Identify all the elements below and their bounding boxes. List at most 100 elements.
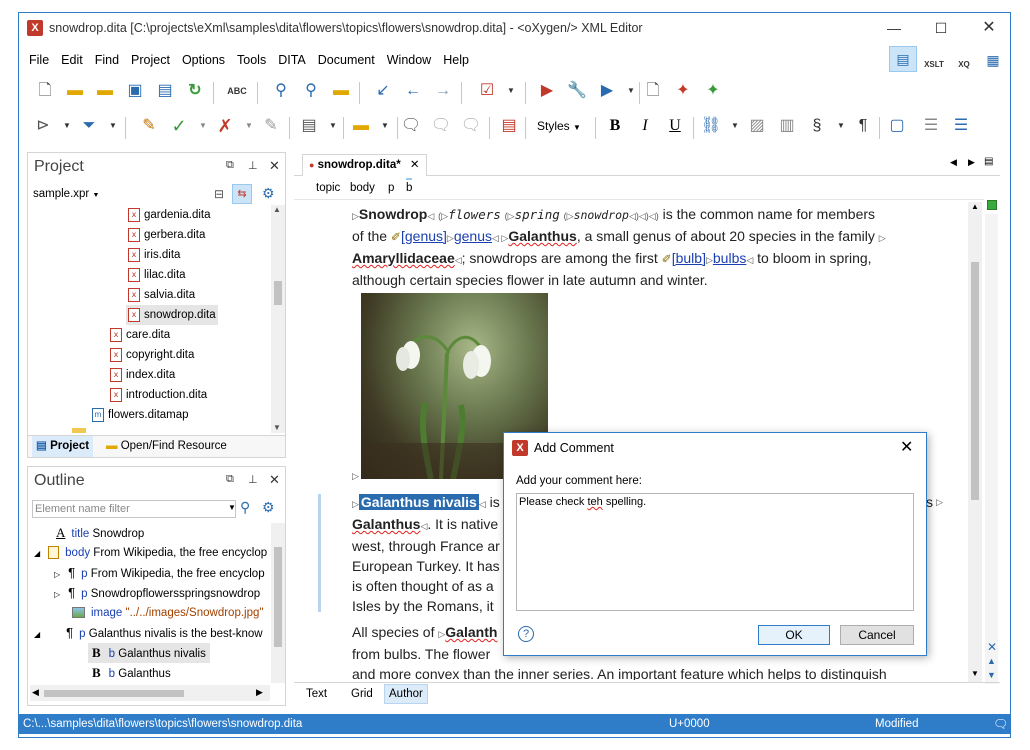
menu-window[interactable]: Window: [381, 49, 437, 71]
filter-dropdown-icon[interactable]: ▼: [101, 114, 125, 138]
menu-project[interactable]: Project: [125, 49, 176, 71]
menu-document[interactable]: Document: [312, 49, 381, 71]
cancel-button[interactable]: Cancel: [840, 625, 914, 645]
menu-dita[interactable]: DITA: [272, 49, 312, 71]
pin-icon[interactable]: ⊥: [248, 473, 258, 486]
highlight-icon[interactable]: ▬: [349, 114, 373, 138]
configure-transformation-icon[interactable]: 🔧: [565, 79, 589, 103]
xq-debugger-button[interactable]: XQ: [951, 48, 977, 72]
close-tab-icon[interactable]: ✕: [410, 159, 420, 171]
highlight-dropdown-icon[interactable]: ▼: [373, 114, 397, 138]
italic-icon[interactable]: I: [633, 114, 657, 138]
find-folder-icon[interactable]: ▬: [329, 79, 353, 103]
menu-options[interactable]: Options: [176, 49, 231, 71]
track-changes-icon[interactable]: ✎: [137, 114, 161, 138]
settings-gear-icon[interactable]: ⚙: [262, 185, 275, 202]
remove-comment-icon[interactable]: 🗨: [459, 114, 483, 138]
manage-dropdown-icon[interactable]: ▼: [321, 114, 345, 138]
tab-project[interactable]: ▤ Project: [32, 436, 94, 457]
tree-item-iris[interactable]: x iris.dita: [128, 245, 180, 265]
find-in-files-icon[interactable]: ⚲: [299, 79, 323, 103]
project-file-dropdown[interactable]: sample.xpr ▼: [33, 188, 99, 200]
back-icon[interactable]: ←: [401, 79, 425, 103]
minimize-button[interactable]: —: [879, 17, 909, 39]
tree-item-folder[interactable]: [72, 425, 86, 433]
outline-hscrollbar[interactable]: ◀ ▶: [30, 685, 270, 701]
ok-button[interactable]: OK: [758, 625, 830, 645]
dialog-close-button[interactable]: ✕: [900, 437, 913, 457]
close-window-button[interactable]: ✕: [974, 17, 1004, 39]
ordered-list-icon[interactable]: ☰: [919, 114, 943, 138]
tree-item-lilac[interactable]: x lilac.dita: [128, 265, 186, 285]
bulbs-link[interactable]: bulbs: [713, 250, 746, 266]
tab-grid[interactable]: Grid: [351, 685, 373, 703]
menu-file[interactable]: File: [23, 49, 55, 71]
close-icon[interactable]: ✕: [269, 472, 280, 488]
breadcrumb-p[interactable]: p: [388, 178, 394, 198]
outline-vscrollbar[interactable]: [271, 523, 285, 683]
debug-icon[interactable]: ▶: [595, 79, 619, 103]
tags-display-icon[interactable]: ⊳: [31, 114, 55, 138]
outline-row-body[interactable]: ◢ body From Wikipedia, the free encyclop: [34, 543, 267, 563]
outline-row-p[interactable]: ◢ ¶ p Galanthus nivalis is the best-know: [34, 623, 263, 643]
reject-dropdown-icon[interactable]: ▼: [237, 114, 261, 138]
menu-edit[interactable]: Edit: [55, 49, 89, 71]
tree-item-copyright[interactable]: x copyright.dita: [110, 345, 194, 365]
new-file-icon[interactable]: 🗋: [33, 79, 57, 103]
comment-textarea[interactable]: Please check teh spelling.: [516, 493, 914, 611]
accept-dropdown-icon[interactable]: ▼: [191, 114, 215, 138]
tab-scroll-right-icon[interactable]: ▶: [968, 157, 975, 168]
editor-tab-snowdrop[interactable]: ● snowdrop.dita* ✕: [302, 154, 427, 176]
tab-list-icon[interactable]: ▤: [984, 156, 993, 167]
xslt-debugger-button[interactable]: XSLT: [921, 48, 947, 72]
genus-link[interactable]: genus: [454, 228, 492, 244]
spellcheck-icon[interactable]: ABC: [225, 79, 249, 103]
tab-open-find-resource[interactable]: ▬ Open/Find Resource: [106, 436, 227, 457]
tree-item-gardenia[interactable]: x gardenia.dita: [128, 205, 211, 225]
tags-dropdown-icon[interactable]: ▼: [55, 114, 79, 138]
outline-row-p[interactable]: ▷ ¶ p Snowdropflowersspringsnowdrop: [54, 583, 260, 603]
menu-help[interactable]: Help: [437, 49, 475, 71]
database-perspective-button[interactable]: ▦: [982, 48, 1004, 72]
unordered-list-icon[interactable]: ☰: [949, 114, 973, 138]
close-changes-icon[interactable]: ✕: [987, 640, 997, 654]
scroll-right-icon[interactable]: ▶: [256, 687, 263, 698]
scrollbar-thumb[interactable]: [274, 547, 282, 647]
filter-icon[interactable]: ⏷: [77, 114, 101, 138]
search-icon[interactable]: ⚲: [240, 499, 250, 516]
paragraph-icon[interactable]: ¶: [851, 114, 875, 138]
pin-icon[interactable]: ✦: [671, 79, 695, 103]
accept-change-icon[interactable]: ✓: [167, 114, 191, 138]
bold-icon[interactable]: B: [603, 114, 627, 138]
scrollbar-thumb[interactable]: [971, 262, 979, 500]
scroll-left-icon[interactable]: ◀: [32, 687, 39, 698]
collapse-all-icon[interactable]: ⊟: [214, 187, 224, 201]
notification-icon[interactable]: 🗨: [993, 714, 1008, 734]
insert-media-icon[interactable]: ▥: [775, 114, 799, 138]
document-icon[interactable]: 🗋: [641, 79, 665, 103]
save-icon[interactable]: ▣: [123, 79, 147, 103]
scrollbar-thumb[interactable]: [44, 690, 184, 697]
forward-icon[interactable]: →: [431, 79, 455, 103]
breadcrumb-b[interactable]: b: [406, 178, 413, 196]
manage-changes-icon[interactable]: ▤: [297, 114, 321, 138]
validation-status-icon[interactable]: [987, 200, 997, 210]
project-scrollbar[interactable]: ▲ ▼: [271, 205, 285, 433]
link-icon[interactable]: ⛓: [699, 114, 723, 138]
find-icon[interactable]: ⚲: [269, 79, 293, 103]
settings-gear-icon[interactable]: ⚙: [262, 499, 275, 516]
pin-add-icon[interactable]: ✦: [701, 79, 725, 103]
tree-item-salvia[interactable]: x salvia.dita: [128, 285, 195, 305]
scroll-up-icon[interactable]: ▲: [273, 205, 281, 214]
tree-item-introduction[interactable]: x introduction.dita: [110, 385, 207, 405]
restore-icon[interactable]: ⧉: [226, 159, 234, 172]
scrollbar-thumb[interactable]: [274, 281, 282, 305]
outline-row-p[interactable]: ▷ ¶ p From Wikipedia, the free encyclop: [54, 563, 265, 583]
close-icon[interactable]: ✕: [269, 158, 280, 174]
tree-item-care[interactable]: x care.dita: [110, 325, 170, 345]
tree-item-index[interactable]: x index.dita: [110, 365, 175, 385]
tree-item-snowdrop[interactable]: x snowdrop.dita: [126, 305, 218, 325]
insert-image-icon[interactable]: ▨: [745, 114, 769, 138]
outline-row-b[interactable]: Bb Galanthus: [92, 663, 171, 683]
breadcrumb-body[interactable]: body: [350, 178, 375, 198]
